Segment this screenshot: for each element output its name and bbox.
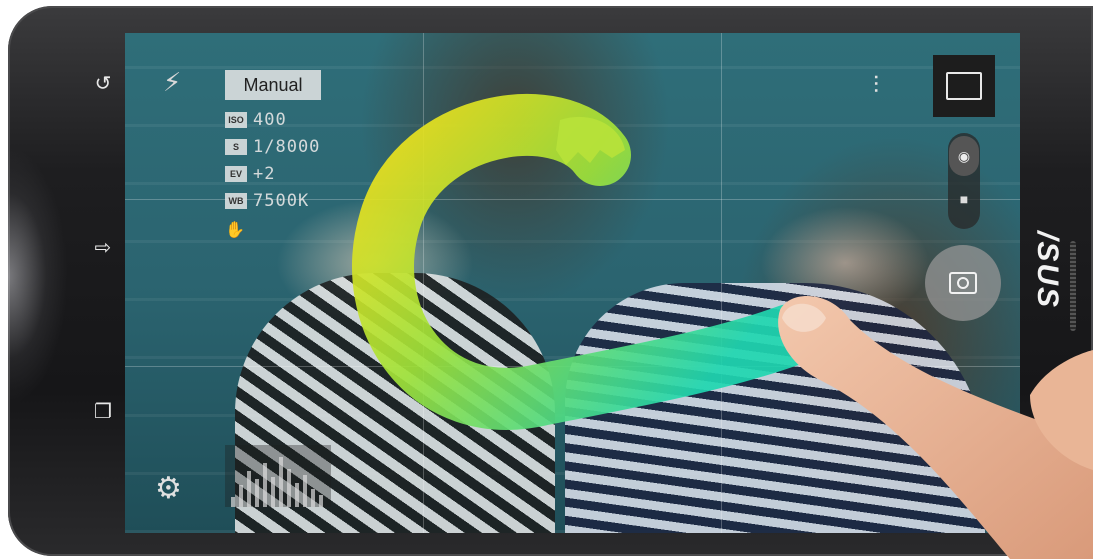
- home-icon[interactable]: ⇨: [86, 230, 120, 264]
- video-mode-icon[interactable]: ■: [948, 191, 980, 207]
- recent-apps-icon[interactable]: ❐: [86, 394, 120, 428]
- camera-mode-label[interactable]: Manual: [225, 70, 321, 100]
- param-value: 1/8000: [253, 137, 321, 157]
- photo-subject-right: [565, 283, 985, 533]
- gallery-image-icon: [946, 72, 982, 100]
- flash-icon[interactable]: ⚡: [163, 68, 181, 98]
- settings-gear-icon[interactable]: ⚙: [155, 471, 182, 506]
- photo-mode-icon[interactable]: ◉: [949, 136, 979, 176]
- param-value: 400: [253, 110, 287, 130]
- param-key: S: [225, 139, 247, 155]
- grid-line: [125, 366, 1020, 367]
- grid-line: [721, 33, 722, 533]
- asus-logo: /SUS: [1031, 231, 1064, 310]
- gallery-button[interactable]: [933, 55, 995, 117]
- photo-video-toggle[interactable]: ◉ ■: [948, 133, 980, 229]
- param-key: EV: [225, 166, 247, 182]
- shutter-button[interactable]: [925, 245, 1001, 321]
- param-key: WB: [225, 193, 247, 209]
- adjust-sliders-icon[interactable]: ⫶: [873, 71, 879, 99]
- param-value: +2: [253, 164, 276, 184]
- back-arrow-icon[interactable]: ↺: [86, 66, 120, 100]
- param-key: ISO: [225, 112, 247, 128]
- exposure-param[interactable]: EV +2: [225, 164, 275, 184]
- param-value: 7500K: [253, 191, 310, 211]
- stabilizer-hand-icon: ✋: [225, 220, 245, 239]
- histogram: [225, 445, 331, 507]
- camera-viewfinder[interactable]: ⚡ Manual ISO 400 S 1/8000 EV +2 WB 7500K…: [125, 33, 1020, 533]
- shutter-speed-param[interactable]: S 1/8000: [225, 137, 320, 157]
- speaker-grille: [1070, 241, 1076, 331]
- iso-param[interactable]: ISO 400: [225, 110, 287, 130]
- white-balance-param[interactable]: WB 7500K: [225, 191, 309, 211]
- grid-line: [423, 33, 424, 533]
- camera-icon: [949, 272, 977, 294]
